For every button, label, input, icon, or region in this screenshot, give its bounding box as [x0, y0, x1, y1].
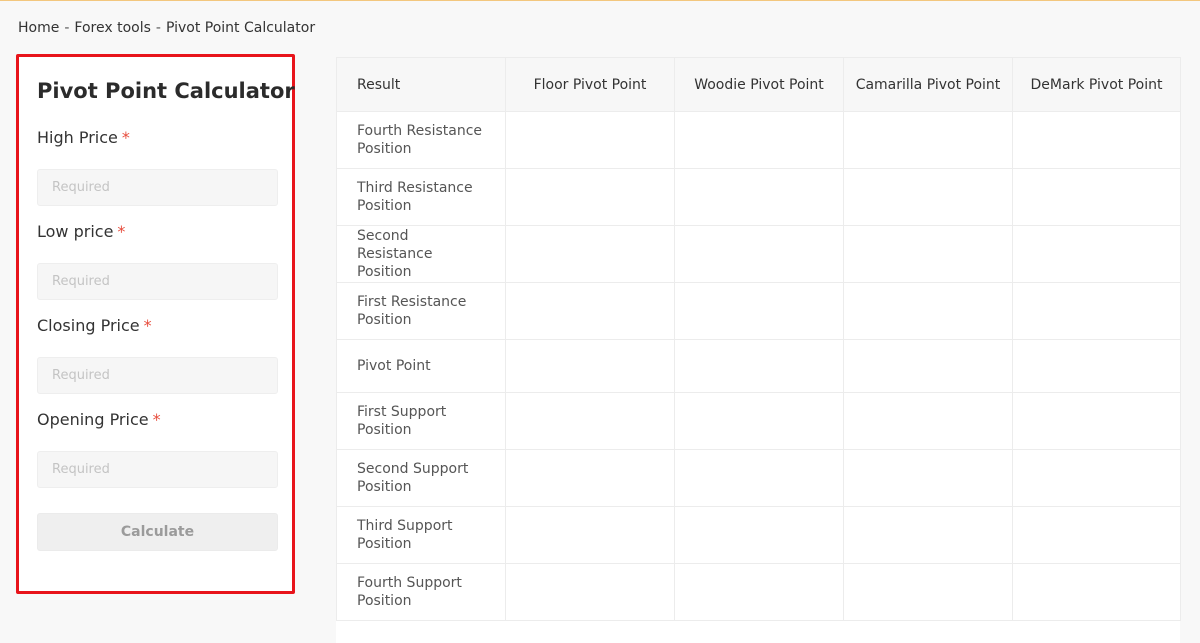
demark-value-cell [1012, 282, 1181, 340]
column-header-woodie: Woodie Pivot Point [674, 57, 844, 112]
column-header-floor: Floor Pivot Point [505, 57, 675, 112]
breadcrumb: Home - Forex tools - Pivot Point Calculator [18, 20, 315, 36]
floor-value-cell [505, 563, 675, 621]
floor-value-cell [505, 506, 675, 564]
results-table-container: Result Floor Pivot Point Woodie Pivot Po… [336, 57, 1181, 643]
row-label: First Support Position [336, 392, 506, 450]
floor-value-cell [505, 339, 675, 393]
woodie-value-cell [674, 506, 844, 564]
table-row: Pivot Point [336, 339, 1181, 393]
opening-price-label: Opening Price * [37, 410, 161, 429]
table-row: Third Support Position [336, 506, 1181, 564]
row-label: Pivot Point [336, 339, 506, 393]
camarilla-value-cell [843, 339, 1013, 393]
woodie-value-cell [674, 168, 844, 226]
opening-price-input[interactable] [37, 451, 278, 488]
required-mark: * [152, 410, 161, 429]
column-header-result: Result [336, 57, 506, 112]
pivot-calculator-form: Pivot Point Calculator High Price* Low p… [16, 54, 295, 594]
floor-value-cell [505, 282, 675, 340]
column-header-camarilla: Camarilla Pivot Point [843, 57, 1013, 112]
floor-value-cell [505, 111, 675, 169]
required-mark: * [121, 128, 130, 147]
floor-value-cell [505, 449, 675, 507]
row-label: Fourth Resistance Position [336, 111, 506, 169]
demark-value-cell [1012, 339, 1181, 393]
closing-price-input[interactable] [37, 357, 278, 394]
demark-value-cell [1012, 449, 1181, 507]
camarilla-value-cell [843, 111, 1013, 169]
woodie-value-cell [674, 339, 844, 393]
woodie-value-cell [674, 225, 844, 283]
high-price-input[interactable] [37, 169, 278, 206]
form-title: Pivot Point Calculator [37, 79, 295, 103]
woodie-value-cell [674, 563, 844, 621]
camarilla-value-cell [843, 506, 1013, 564]
woodie-value-cell [674, 392, 844, 450]
breadcrumb-separator: - [64, 20, 70, 36]
results-table: Result Floor Pivot Point Woodie Pivot Po… [336, 57, 1181, 621]
table-row: First Support Position [336, 392, 1181, 450]
camarilla-value-cell [843, 563, 1013, 621]
required-mark: * [117, 222, 126, 241]
high-price-label: High Price * [37, 128, 130, 147]
closing-price-label: Closing Price * [37, 316, 152, 335]
table-row: First Resistance Position [336, 282, 1181, 340]
table-row: Second Resistance Position [336, 225, 1181, 283]
row-label: Second Resistance Position [336, 225, 506, 283]
required-mark: * [143, 316, 152, 335]
camarilla-value-cell [843, 449, 1013, 507]
closing-price-label-text: Closing Price [37, 316, 140, 335]
row-label: Fourth Support Position [336, 563, 506, 621]
high-price-label-text: High Price [37, 128, 118, 147]
low-price-input[interactable] [37, 263, 278, 300]
woodie-value-cell [674, 449, 844, 507]
demark-value-cell [1012, 563, 1181, 621]
camarilla-value-cell [843, 168, 1013, 226]
row-label: Second Support Position [336, 449, 506, 507]
camarilla-value-cell [843, 282, 1013, 340]
camarilla-value-cell [843, 225, 1013, 283]
low-price-label-text: Low price [37, 222, 114, 241]
demark-value-cell [1012, 506, 1181, 564]
table-row: Third Resistance Position [336, 168, 1181, 226]
floor-value-cell [505, 168, 675, 226]
table-row: Fourth Support Position [336, 563, 1181, 621]
column-header-demark: DeMark Pivot Point [1012, 57, 1181, 112]
row-label: Third Resistance Position [336, 168, 506, 226]
table-header-row: Result Floor Pivot Point Woodie Pivot Po… [336, 57, 1181, 112]
demark-value-cell [1012, 111, 1181, 169]
opening-price-label-text: Opening Price [37, 410, 149, 429]
demark-value-cell [1012, 225, 1181, 283]
demark-value-cell [1012, 392, 1181, 450]
row-label: Third Support Position [336, 506, 506, 564]
breadcrumb-separator: - [155, 20, 161, 36]
low-price-label: Low price * [37, 222, 125, 241]
calculate-button[interactable]: Calculate [37, 513, 278, 551]
demark-value-cell [1012, 168, 1181, 226]
row-label: First Resistance Position [336, 282, 506, 340]
table-row: Second Support Position [336, 449, 1181, 507]
floor-value-cell [505, 225, 675, 283]
breadcrumb-home-link[interactable]: Home [18, 20, 59, 36]
woodie-value-cell [674, 111, 844, 169]
camarilla-value-cell [843, 392, 1013, 450]
woodie-value-cell [674, 282, 844, 340]
floor-value-cell [505, 392, 675, 450]
table-row: Fourth Resistance Position [336, 111, 1181, 169]
breadcrumb-current: Pivot Point Calculator [165, 20, 316, 36]
breadcrumb-forex-tools-link[interactable]: Forex tools [74, 20, 150, 36]
top-accent-line [0, 0, 1200, 1]
